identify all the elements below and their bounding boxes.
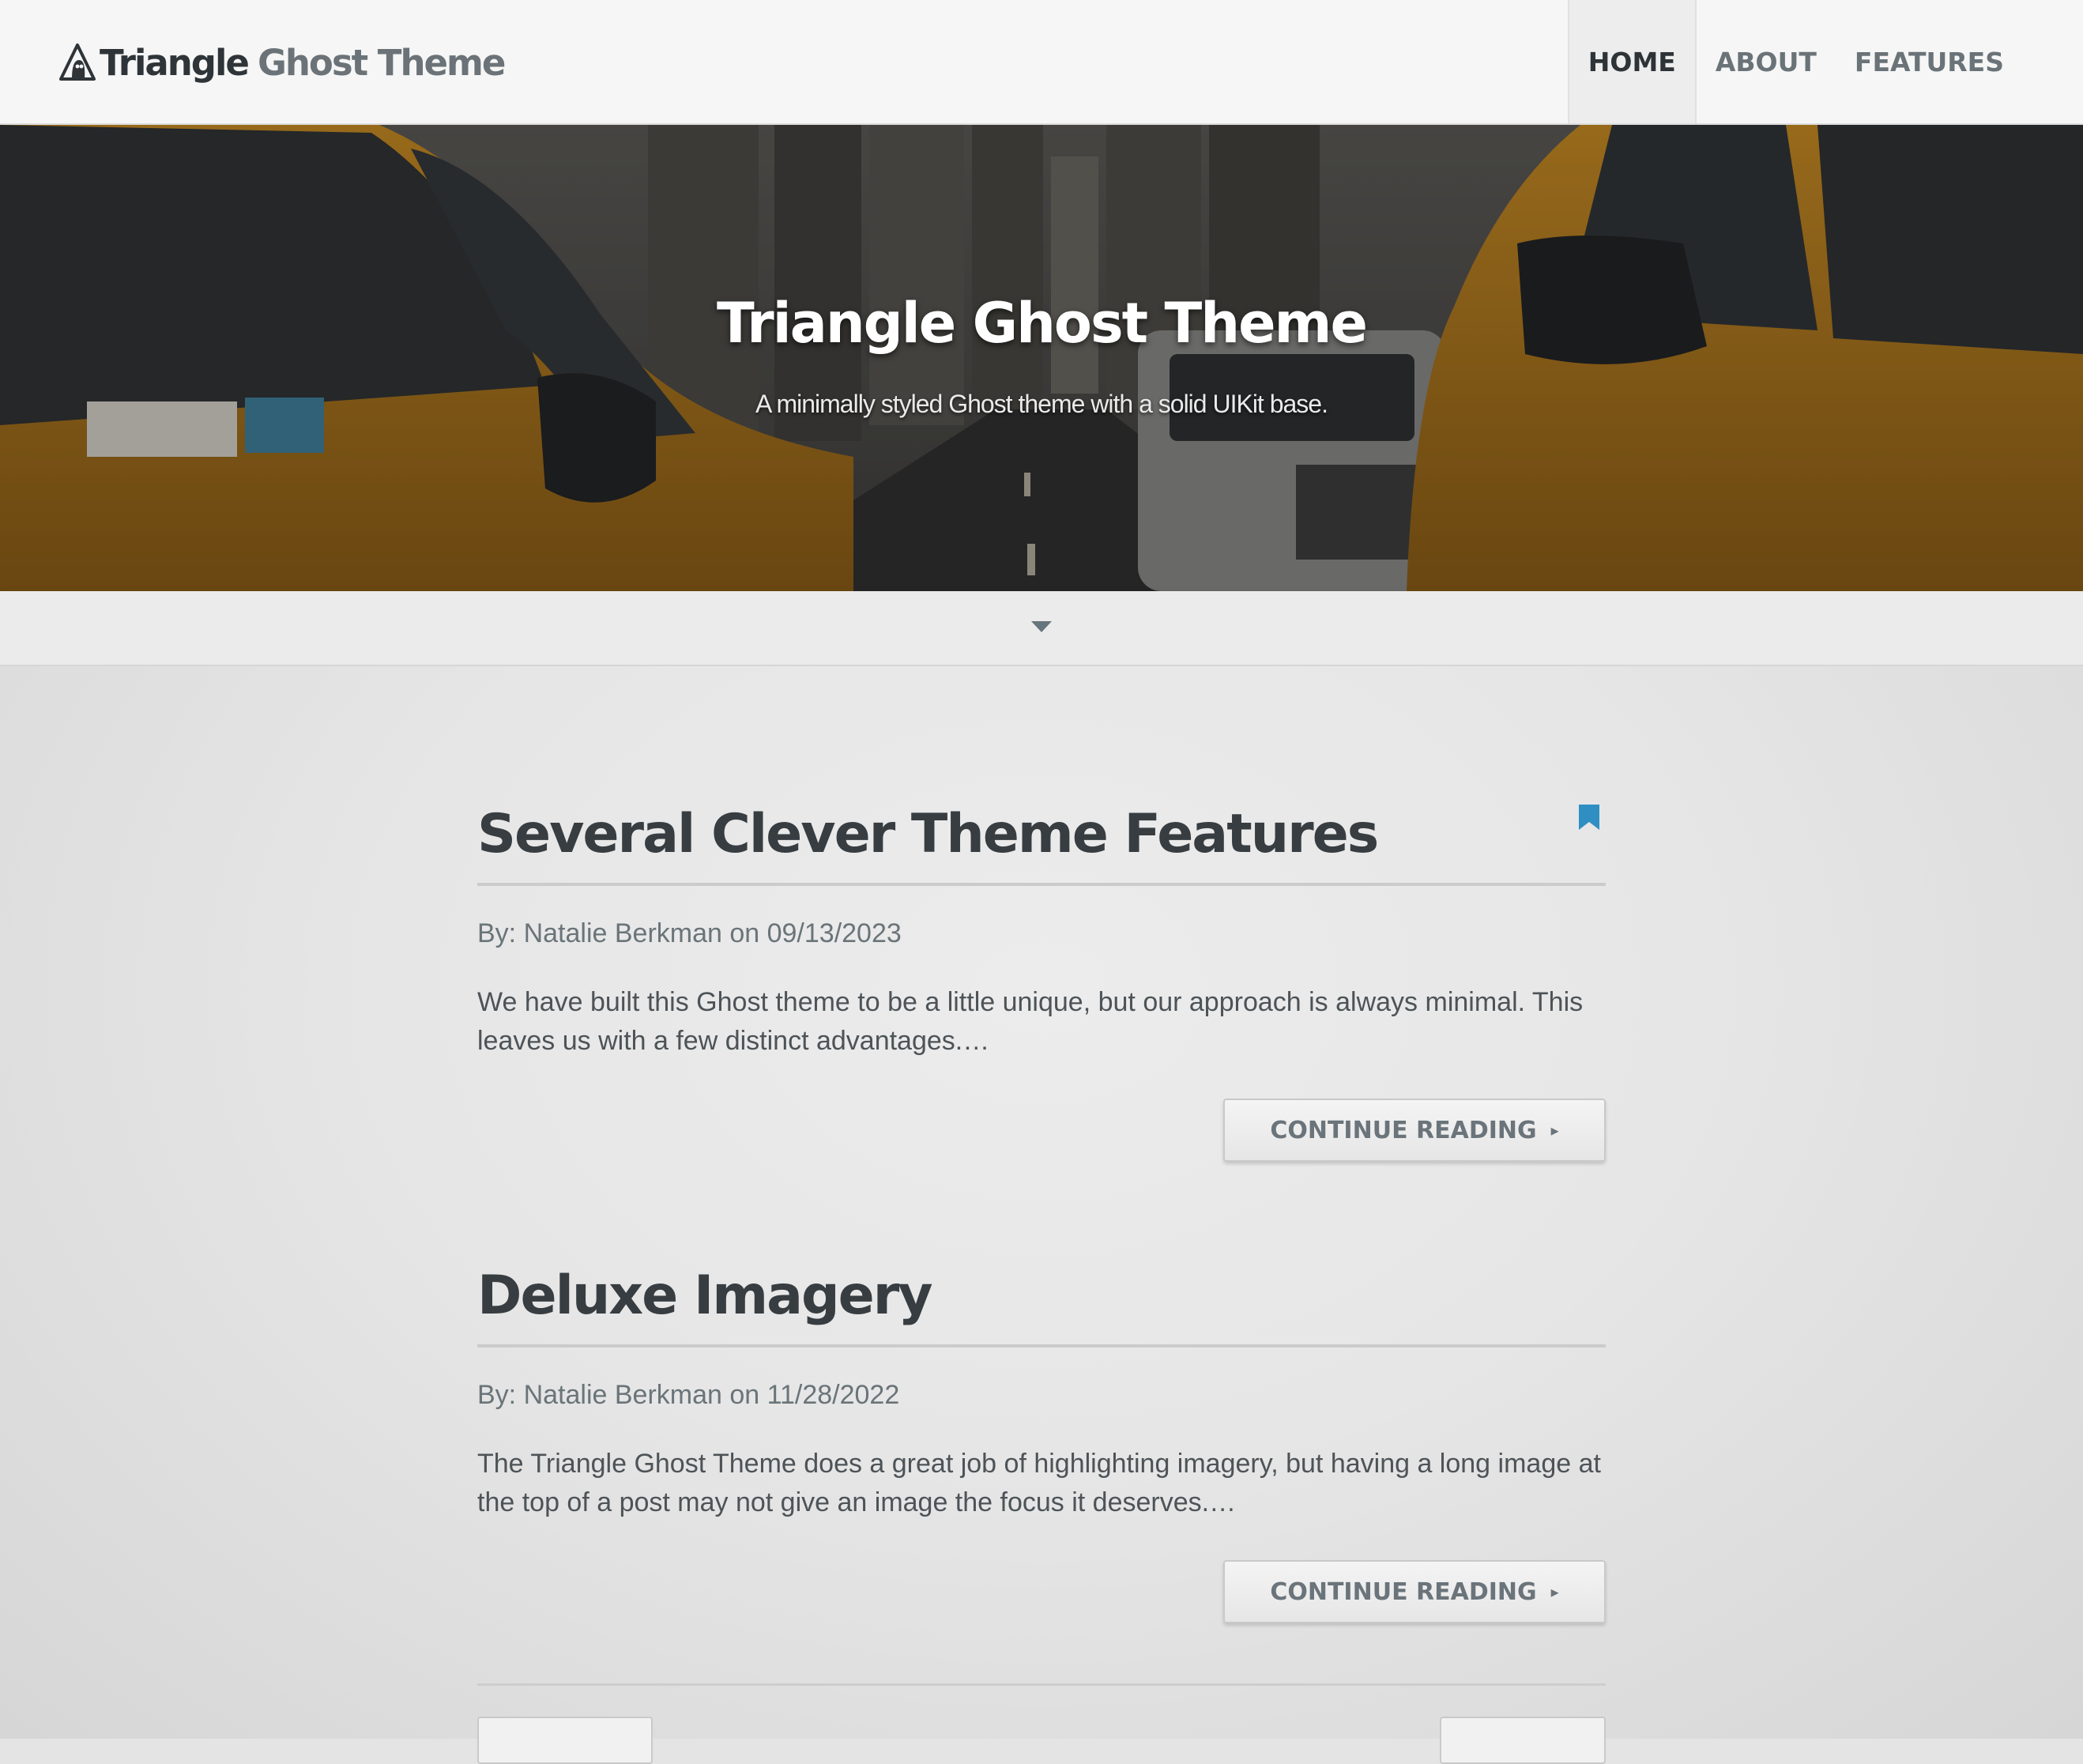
- title-divider: [477, 883, 1606, 886]
- brand-name-secondary: Ghost Theme: [257, 41, 507, 84]
- hero-overlay: [0, 125, 2083, 591]
- pagination-next-button[interactable]: [1440, 1717, 1606, 1764]
- brand-name-primary: Triangle: [100, 41, 250, 84]
- hero-title: Triangle Ghost Theme: [717, 291, 1368, 356]
- pagination-divider: [477, 1683, 1606, 1686]
- button-label: CONTINUE READING: [1270, 1577, 1537, 1606]
- chevron-right-icon: ▸: [1550, 1582, 1559, 1601]
- post-title-link[interactable]: Deluxe Imagery: [477, 1265, 1505, 1327]
- title-divider: [477, 1344, 1606, 1348]
- top-navbar: Triangle Ghost Theme HOME ABOUT FEATURES: [0, 0, 2083, 125]
- hero-subtitle: A minimally styled Ghost theme with a so…: [755, 390, 1328, 418]
- continue-reading-button[interactable]: CONTINUE READING ▸: [1223, 1560, 1606, 1623]
- scroll-down-strip[interactable]: [0, 591, 2083, 666]
- triangle-ghost-icon: [59, 43, 96, 81]
- main-nav: HOME ABOUT FEATURES: [1567, 0, 2083, 123]
- bookmark-icon: [1579, 805, 1599, 830]
- post-excerpt: We have built this Ghost theme to be a l…: [477, 987, 1584, 1056]
- site-logo[interactable]: Triangle Ghost Theme: [58, 35, 507, 90]
- post-title-link[interactable]: Several Clever Theme Features: [477, 803, 1505, 865]
- nav-home[interactable]: HOME: [1567, 0, 1697, 123]
- continue-reading-button[interactable]: CONTINUE READING ▸: [1223, 1099, 1606, 1162]
- caret-down-icon[interactable]: [1031, 621, 1052, 632]
- chevron-right-icon: ▸: [1550, 1121, 1559, 1140]
- button-label: CONTINUE READING: [1270, 1116, 1537, 1144]
- post-card: Deluxe Imagery By: Natalie Berkman on 11…: [477, 1265, 1606, 1628]
- hero-banner: Triangle Ghost Theme A minimally styled …: [0, 125, 2083, 591]
- nav-about[interactable]: ABOUT: [1697, 0, 1836, 123]
- post-excerpt: The Triangle Ghost Theme does a great jo…: [477, 1449, 1601, 1517]
- post-meta: By: Natalie Berkman on 11/28/2022: [477, 1380, 900, 1410]
- post-card: Several Clever Theme Features By: Natali…: [477, 803, 1606, 1167]
- nav-features[interactable]: FEATURES: [1836, 0, 2083, 123]
- pagination-prev-button[interactable]: [477, 1717, 653, 1764]
- post-meta: By: Natalie Berkman on 09/13/2023: [477, 918, 902, 948]
